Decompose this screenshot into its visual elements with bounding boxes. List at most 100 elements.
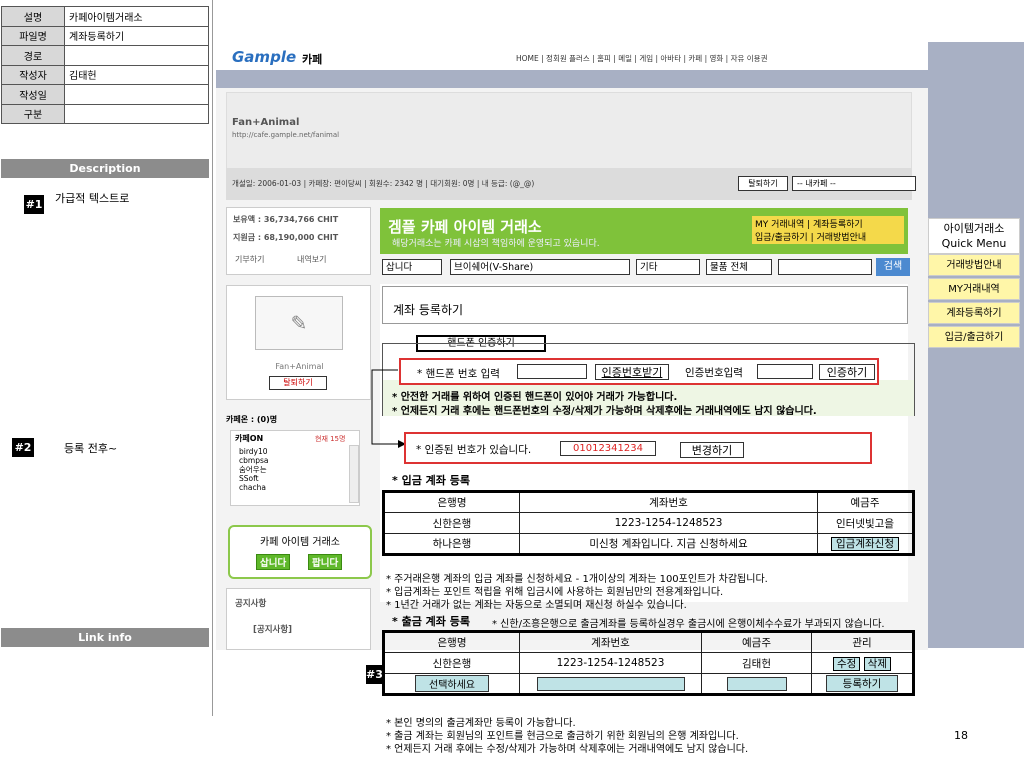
annotation-marker-3: #3	[366, 665, 383, 684]
deposit-title: * 입금 계좌 등록	[392, 474, 470, 487]
item-select[interactable]: 브이쉐어(V-Share)	[450, 259, 630, 275]
withdraw-title: * 출금 계좌 등록	[392, 615, 470, 628]
donate-link[interactable]: 기부하기	[235, 254, 264, 265]
title-links: MY 거래내역 | 계좌등록하기 입금/출금하기 | 거래방법안내	[752, 216, 904, 244]
quick-menu-item[interactable]: 입금/출금하기	[928, 326, 1020, 348]
phone-number-input[interactable]	[517, 364, 587, 379]
support-balance: 지원금 : 68,190,000 CHIT	[233, 233, 339, 242]
notice-title: 공지사항	[235, 599, 267, 609]
quick-menu-title: 아이템거래소	[943, 222, 1005, 235]
phone-input-label: * 핸드폰 번호 입력	[417, 368, 500, 380]
quick-menu-item[interactable]: MY거래내역	[928, 278, 1020, 300]
exchange-title-bar: 겜플 카페 아이템 거래소 해당거래소는 카페 시삽의 책임하에 운영되고 있습…	[380, 208, 908, 254]
member-item[interactable]: birdy10	[239, 447, 268, 456]
table-row: 하나은행 미신청 계좌입니다. 지금 신청하세요 입금계좌신청	[383, 533, 914, 555]
buy-button[interactable]: 삽니다	[256, 554, 291, 570]
cafe-info-bar: 개설일: 2006-01-03 | 카페장: 편이당씨 | 회원수: 2342 …	[226, 168, 916, 200]
category-select[interactable]: 기타	[636, 259, 700, 275]
change-button[interactable]: 변경하기	[680, 442, 744, 458]
exchange-title: 카페 아이템 거래소	[260, 537, 340, 548]
code-input-label: 인증번호입력	[685, 367, 743, 379]
table-header-row: 은행명 계좌번호 예금주	[383, 491, 914, 513]
flow-arrow	[371, 369, 406, 448]
member-item[interactable]: SSoft	[239, 474, 268, 483]
cafe-name: Fan+Animal	[232, 117, 300, 128]
quick-menu-item[interactable]: 계좌등록하기	[928, 302, 1020, 324]
verified-label: * 인증된 번호가 있습니다.	[416, 444, 532, 456]
my-cafe-select[interactable]: -- 내카페 --	[792, 176, 916, 191]
spec-table: 설명 카페아이템거래소 파일명 계좌등록하기 경로 작성자 김태헌 작성일 구분	[1, 6, 209, 124]
quick-menu-header: 아이템거래소 Quick Menu	[928, 218, 1020, 254]
phone-input-box: * 핸드폰 번호 입력 인증번호받기 인증번호입력 인증하기	[399, 358, 879, 385]
gample-logo[interactable]: Gample	[232, 48, 296, 66]
profile-box: ✎ Fan+Animal 탈퇴하기	[226, 285, 371, 400]
deposit-table: 은행명 계좌번호 예금주 신한은행 1223-1254-1248523 인터넷빛고을 하…	[382, 490, 915, 556]
quick-menu-subtitle: Quick Menu	[941, 237, 1007, 250]
deposit-note-3: * 1년간 거래가 없는 계좌는 자동으로 소멸되며 재신청 하실수 있습니다.	[386, 600, 687, 611]
global-nav-links[interactable]: HOME | 정회원 플러스 | 홈피 | 메일 | 게임 | 아바타 | 카페…	[516, 53, 767, 64]
notice-box: 공지사항 [공지사항]	[226, 588, 371, 650]
search-input[interactable]	[778, 259, 872, 275]
profile-image: ✎	[255, 296, 343, 350]
sell-button[interactable]: 팝니다	[308, 554, 343, 570]
online-list-title: 카페ON	[235, 434, 264, 443]
annotation-marker-2: #2	[12, 438, 34, 457]
verified-number-box: * 인증된 번호가 있습니다. 01012341234 변경하기	[404, 432, 872, 464]
link-info-header: Link info	[1, 628, 209, 647]
table-row: 신한은행 1223-1254-1248523 인터넷빛고을	[383, 512, 914, 534]
search-button[interactable]: 검색	[876, 258, 910, 276]
cafe-url: http://cafe.gample.net/fanimal	[232, 131, 340, 139]
divider	[212, 0, 213, 716]
online-members: birdy10 cbmpsa 숨어우는 SSoft chacha	[239, 447, 268, 492]
page-number: 18	[954, 729, 968, 742]
title-links-row1[interactable]: MY 거래내역 | 계좌등록하기	[755, 217, 901, 230]
table-header-row: 은행명 계좌번호 예금주 관리	[383, 631, 914, 653]
bank-select[interactable]: 선택하세요	[415, 675, 489, 692]
withdraw-desc: * 신한/조흥은행으로 출금계좌를 등록하실경우 출금시에 은행이체수수료가 부…	[492, 619, 885, 630]
member-item[interactable]: cbmpsa	[239, 456, 268, 465]
cafe-info: 개설일: 2006-01-03 | 카페장: 편이당씨 | 회원수: 2342 …	[232, 179, 535, 188]
deposit-request-button[interactable]: 입금계좌신청	[831, 537, 899, 551]
history-link[interactable]: 내역보기	[297, 254, 326, 265]
annotation-marker-1: #1	[24, 195, 44, 214]
money-balance: 보유액 : 36,734,766 CHIT	[233, 215, 339, 224]
quick-menu-item[interactable]: 거래방법안내	[928, 254, 1020, 276]
page-heading-box: 계좌 등록하기	[382, 286, 908, 324]
member-item[interactable]: 숨어우는	[239, 465, 268, 474]
title-links-row2[interactable]: 입금/출금하기 | 거래방법안내	[755, 230, 901, 243]
logo-sub: 카페	[302, 53, 323, 66]
delete-button[interactable]: 삭제	[863, 656, 891, 671]
exchange-main-title: 겜플 카페 아이템 거래소	[388, 218, 542, 236]
verify-button[interactable]: 인증하기	[819, 364, 875, 380]
phone-note-1: * 안전한 거래를 위하여 인증된 핸드폰이 있어야 거래가 가능합니다.	[392, 392, 678, 403]
notice-item[interactable]: [공지사항]	[253, 623, 292, 635]
online-list-scrollbar[interactable]	[349, 445, 359, 503]
annotation-text-2: 등록 전후~	[64, 442, 118, 455]
profile-leave-button[interactable]: 탈퇴하기	[269, 376, 327, 390]
exchange-box: 카페 아이템 거래소 삽니다 팝니다	[228, 525, 372, 579]
description-header: Description	[1, 159, 209, 178]
phone-note-2: * 언제든지 거래 후에는 핸드폰번호의 수정/삭제가 가능하며 삭제후에는 거…	[392, 406, 817, 417]
online-list: 카페ON 현재 15명 birdy10 cbmpsa 숨어우는 SSoft ch…	[230, 430, 360, 506]
annotation-text-1: 가급적 텍스트로	[55, 192, 130, 205]
online-count: 카페온 : (0)명	[226, 415, 278, 424]
holder-input[interactable]	[726, 676, 787, 691]
page-heading: 계좌 등록하기	[393, 303, 464, 317]
member-item[interactable]: chacha	[239, 483, 268, 492]
profile-name: Fan+Animal	[275, 362, 324, 371]
get-code-button[interactable]: 인증번호받기	[595, 364, 669, 380]
wallet-box: 보유액 : 36,734,766 CHIT 지원금 : 68,190,000 C…	[226, 207, 371, 275]
exchange-subtitle: 해당거래소는 카페 시삽의 책임하에 운영되고 있습니다.	[392, 239, 600, 249]
table-row: 신한은행 1223-1254-1248523 김태헌 수정 삭제	[383, 652, 914, 674]
account-number-input[interactable]	[536, 676, 685, 691]
register-button[interactable]: 등록하기	[826, 675, 898, 692]
edit-button[interactable]: 수정	[833, 656, 861, 671]
verified-number: 01012341234	[560, 441, 656, 456]
trade-type-select[interactable]: 삽니다	[382, 259, 442, 275]
code-input[interactable]	[757, 364, 813, 379]
withdraw-table: 은행명 계좌번호 예금주 관리 신한은행 1223-1254-1248523 김태헌 수정 …	[382, 630, 915, 696]
goods-select[interactable]: 물품 전체	[706, 259, 772, 275]
bottom-note-3: * 언제든지 거래 후에는 수정/삭제가 가능하며 삭제후에는 거래내역에도 남…	[386, 744, 749, 755]
leave-cafe-button[interactable]: 탈퇴하기	[738, 176, 788, 191]
online-now-count: 현재 15명	[315, 435, 346, 443]
